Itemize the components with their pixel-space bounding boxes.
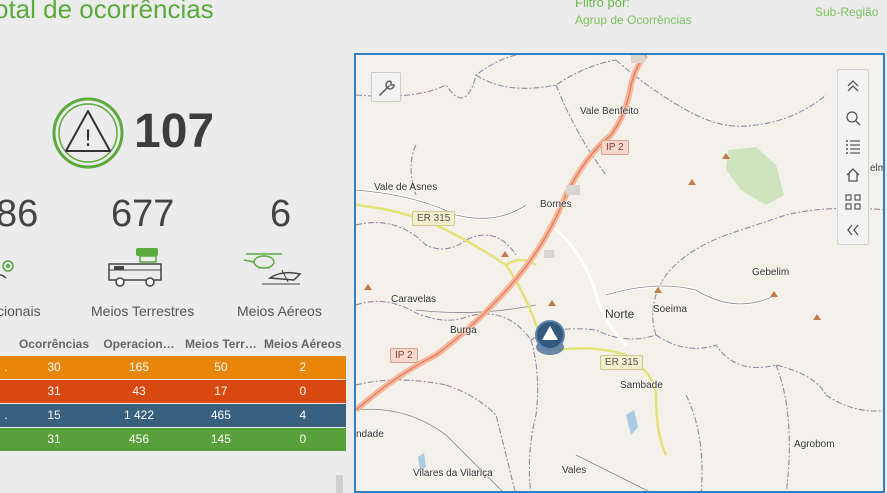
occurrence-marker-icon[interactable] (533, 317, 567, 357)
filter-label: Filtro por: (575, 0, 630, 10)
map-label-place: Caravelas (391, 294, 437, 305)
road-shield-ip2: IP 2 (601, 140, 629, 155)
column-header-meios-terrestres[interactable]: Meios Terr… (182, 333, 260, 355)
road-shield-er315: ER 315 (600, 355, 644, 370)
occurrences-table: Ocorrências Operacion… Meios Terr… Meios… (0, 333, 346, 451)
helicopter-plane-icon (243, 253, 302, 285)
home-button[interactable] (838, 160, 868, 188)
column-header[interactable] (0, 333, 12, 355)
map-label-place: Norte (605, 307, 635, 321)
qr-code-icon (845, 194, 861, 210)
firefighters-icon (0, 260, 14, 279)
column-header-operacionais[interactable]: Operacion… (96, 333, 182, 355)
search-icon (846, 111, 861, 126)
map-toolbar (837, 69, 869, 245)
column-header-ocorrencias[interactable]: Ocorrências (12, 333, 96, 355)
column-header-meios-aereos[interactable]: Meios Aéreos (260, 333, 346, 355)
stat-meios-aereos-value: 6 (270, 193, 292, 235)
stat-operacionais-value: 86 (0, 193, 39, 235)
warning-icon: ! (52, 97, 124, 169)
fire-truck-icon (108, 248, 162, 287)
page-title: otal de ocorrências (0, 0, 214, 24)
stat-meios-terrestres-value: 677 (111, 193, 175, 235)
stat-meios-terrestres-label: Meios Terrestres (91, 303, 195, 319)
map-label-place: Vale Benfeito (580, 106, 639, 117)
tools-button[interactable] (371, 72, 401, 102)
map-label-place: ndade (356, 429, 384, 440)
map-basemap (356, 55, 883, 491)
road-shield-ip2: IP 2 (390, 348, 418, 363)
home-icon (846, 168, 860, 182)
map-label-place: Vilares da Vilariça (413, 468, 493, 479)
search-button[interactable] (838, 104, 868, 132)
svg-text:!: ! (84, 127, 93, 152)
table-row[interactable]: 31 456 145 0 (0, 426, 346, 451)
filter-dropdown-agrupamento[interactable]: Agrup de Ocorrências (575, 13, 692, 27)
qr-button[interactable] (838, 188, 868, 216)
scrollbar[interactable] (336, 475, 343, 493)
layer-list-button[interactable] (838, 132, 868, 160)
collapse-left-button[interactable] (838, 216, 868, 244)
road-shield-er315: ER 315 (412, 211, 456, 226)
stat-operacionais-label: cionais (0, 303, 41, 319)
map-label-place: elm (870, 163, 885, 174)
map-label-place: Agrobom (794, 439, 835, 450)
map-label-place: Vale de Asnes (374, 182, 438, 193)
table-row[interactable]: . 15 1 422 465 4 (0, 402, 346, 427)
map-label-place: Vales (562, 465, 587, 476)
chevron-double-up-icon (847, 80, 859, 92)
wrench-icon (379, 80, 395, 96)
chevron-double-left-icon (847, 224, 859, 236)
filter-dropdown-subregiao[interactable]: Sub-Região (815, 5, 878, 19)
table-row[interactable]: 31 43 17 0 (0, 378, 346, 403)
collapse-up-button[interactable] (838, 72, 868, 100)
map-label-place: Sambade (620, 380, 663, 391)
map-label-place: Gebelim (752, 267, 790, 278)
map-label-place: Soeima (653, 304, 687, 315)
list-icon (846, 140, 860, 154)
map-label-place: Burga (450, 325, 477, 336)
stat-meios-aereos-label: Meios Aéreos (237, 303, 322, 319)
map-label-place: Bornes (540, 199, 572, 210)
map-view[interactable]: Vale Benfeito Vale de Asnes Bornes Gebel… (354, 53, 885, 493)
table-row[interactable]: . 30 165 50 2 (0, 354, 346, 379)
total-occurrences: 107 (134, 105, 215, 158)
